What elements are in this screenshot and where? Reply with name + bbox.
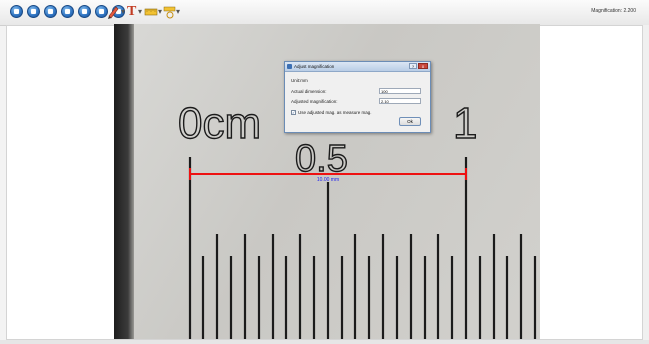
open-icon[interactable] — [27, 5, 40, 18]
ruler-dropdown-icon[interactable]: ▾ — [158, 4, 162, 19]
adjusted-magnification-input[interactable]: 2.10 — [379, 98, 421, 104]
app-icon — [287, 64, 292, 69]
record-icon[interactable] — [78, 5, 91, 18]
save-icon[interactable] — [44, 5, 57, 18]
adjusted-magnification-label: Adjusted magnification: — [291, 99, 338, 104]
actual-dimension-label: Actual dimension: — [291, 89, 327, 94]
new-icon[interactable] — [10, 5, 23, 18]
text-dropdown-icon[interactable]: ▾ — [138, 4, 142, 19]
actual-dimension-input[interactable]: 100 — [379, 88, 421, 94]
measure-tools-icon[interactable] — [163, 4, 177, 19]
dialog-title: Adjust magnification — [294, 64, 335, 69]
horizontal-scrollbar[interactable] — [0, 340, 649, 344]
adjust-magnification-dialog: Adjust magnification ? x Unit:mm Actual … — [284, 61, 431, 133]
measurement-label: 10.00 mm — [317, 177, 339, 183]
scale-label-1: 1 — [453, 99, 477, 148]
vertical-scrollbar[interactable] — [643, 25, 649, 340]
close-button[interactable]: x — [418, 63, 428, 69]
scale-label-0cm: 0cm — [178, 99, 261, 148]
unit-label: Unit:mm — [291, 78, 308, 83]
help-button[interactable]: ? — [409, 63, 417, 69]
ruler-icon[interactable] — [144, 4, 158, 19]
capture-icon[interactable] — [61, 5, 74, 18]
use-adjusted-mag-label: Use adjusted mag. as measure mag. — [298, 110, 372, 115]
text-tool-icon[interactable]: T — [127, 4, 136, 19]
measure-dropdown-icon[interactable]: ▾ — [176, 4, 180, 19]
pen-icon[interactable] — [106, 4, 120, 19]
ok-button[interactable]: Ok — [399, 117, 421, 126]
magnification-readout: Magnification: 2.200 — [591, 8, 636, 14]
use-adjusted-mag-checkbox[interactable]: ✓ — [291, 110, 296, 115]
toolbar: ▾ T ▾ ▾ ▾ Magnification: 2.200 — [0, 0, 649, 26]
dialog-titlebar[interactable]: Adjust magnification ? x — [285, 62, 430, 72]
pen-dropdown-icon[interactable]: ▾ — [121, 4, 125, 19]
